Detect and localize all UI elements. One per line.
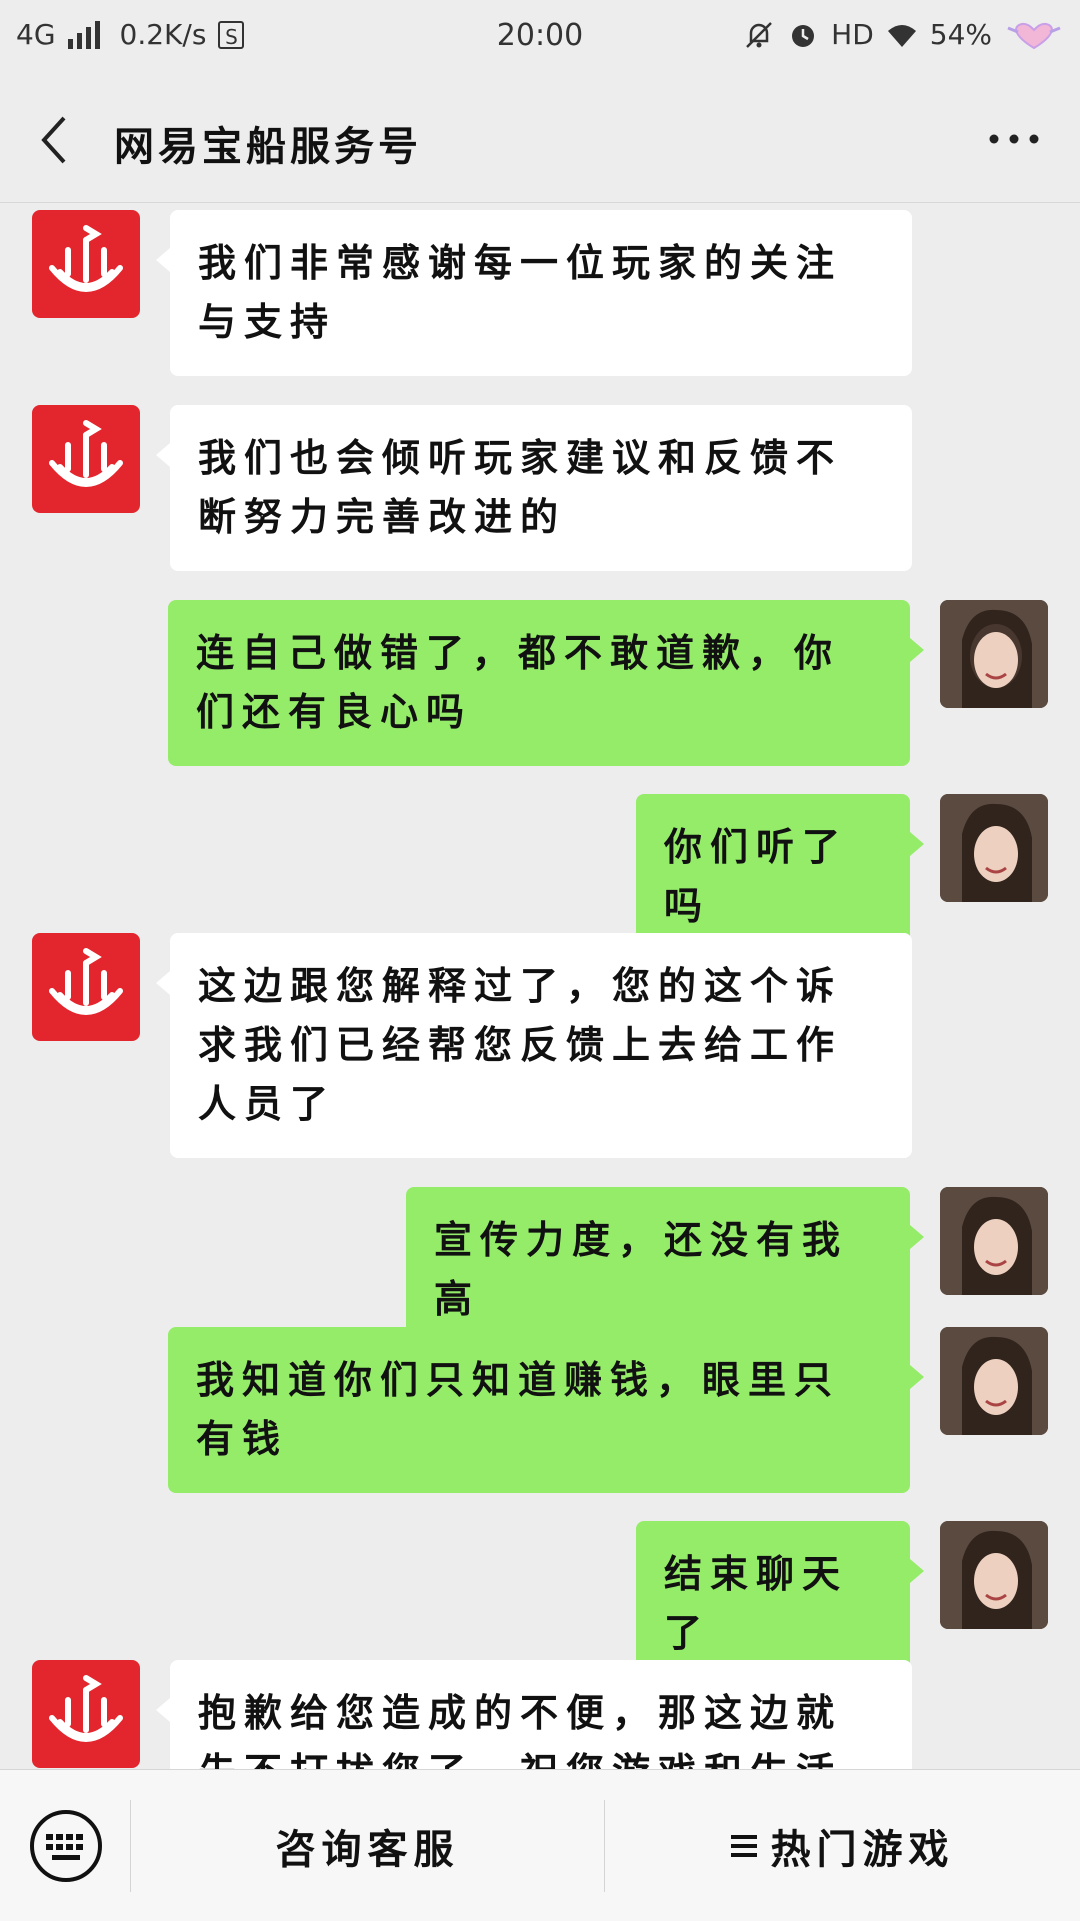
message-bubble[interactable]: 我们非常感谢每一位玩家的关注与支持	[156, 210, 912, 376]
alarm-icon	[792, 24, 815, 47]
page-title: 网易宝船服务号	[114, 124, 422, 170]
user-avatar[interactable]	[940, 600, 1048, 708]
ship-logo-icon	[49, 1675, 123, 1742]
battery-percent: 54%	[929, 18, 992, 51]
chat-message-list[interactable]: 我们非常感谢每一位玩家的关注与支持 我们也会倾听玩家建议和反馈不断努力完善改进的…	[0, 203, 1080, 1769]
ship-logo-icon	[49, 225, 123, 292]
message-bubble[interactable]: 连自己做错了，都不敢道歉，你们还有良心吗	[168, 600, 924, 766]
wifi-icon	[887, 24, 916, 47]
keyboard-icon[interactable]	[28, 1808, 104, 1884]
ship-logo-icon	[49, 420, 123, 487]
consult-service-button[interactable]: 咨询客服	[131, 1770, 604, 1921]
message-bubble[interactable]: 抱歉给您造成的不便，那这边就先不打扰您了，祝您游戏和生活愉快	[156, 1660, 912, 1769]
service-avatar[interactable]	[32, 1660, 140, 1768]
ship-logo-icon	[49, 948, 123, 1015]
heart-battery-icon	[1007, 22, 1061, 49]
user-photo	[940, 1187, 1048, 1295]
user-photo	[940, 600, 1048, 708]
menu-list-icon	[730, 1830, 757, 1862]
bottom-menu-bar: 咨询客服 热门游戏	[0, 1769, 1080, 1921]
message-bubble[interactable]: 我知道你们只知道赚钱，眼里只有钱	[168, 1327, 924, 1493]
consult-service-label: 咨询客服	[275, 1826, 460, 1873]
message-bubble[interactable]: 我们也会倾听玩家建议和反馈不断努力完善改进的	[156, 405, 912, 571]
user-photo	[940, 1521, 1048, 1629]
user-avatar[interactable]	[940, 1187, 1048, 1295]
hot-games-label: 热门游戏	[770, 1826, 955, 1873]
user-avatar[interactable]	[940, 794, 1048, 902]
user-avatar[interactable]	[940, 1521, 1048, 1629]
more-options-icon[interactable]	[984, 114, 1044, 164]
service-avatar[interactable]	[32, 933, 140, 1041]
status-bar: 4G 0.2K/s S 20:00 HD 54%	[0, 0, 1080, 74]
back-arrow-icon[interactable]	[30, 110, 80, 170]
service-avatar[interactable]	[32, 405, 140, 513]
chat-header: 网易宝船服务号	[0, 74, 1080, 203]
message-bubble[interactable]: 这边跟您解释过了，您的这个诉求我们已经帮您反馈上去给工作人员了	[156, 933, 912, 1158]
hd-indicator: HD	[831, 18, 874, 51]
hot-games-menu-button[interactable]: 热门游戏	[605, 1770, 1080, 1921]
user-avatar[interactable]	[940, 1327, 1048, 1435]
user-photo	[940, 1327, 1048, 1435]
user-photo	[940, 794, 1048, 902]
service-avatar[interactable]	[32, 210, 140, 318]
mute-bell-icon	[746, 21, 773, 48]
